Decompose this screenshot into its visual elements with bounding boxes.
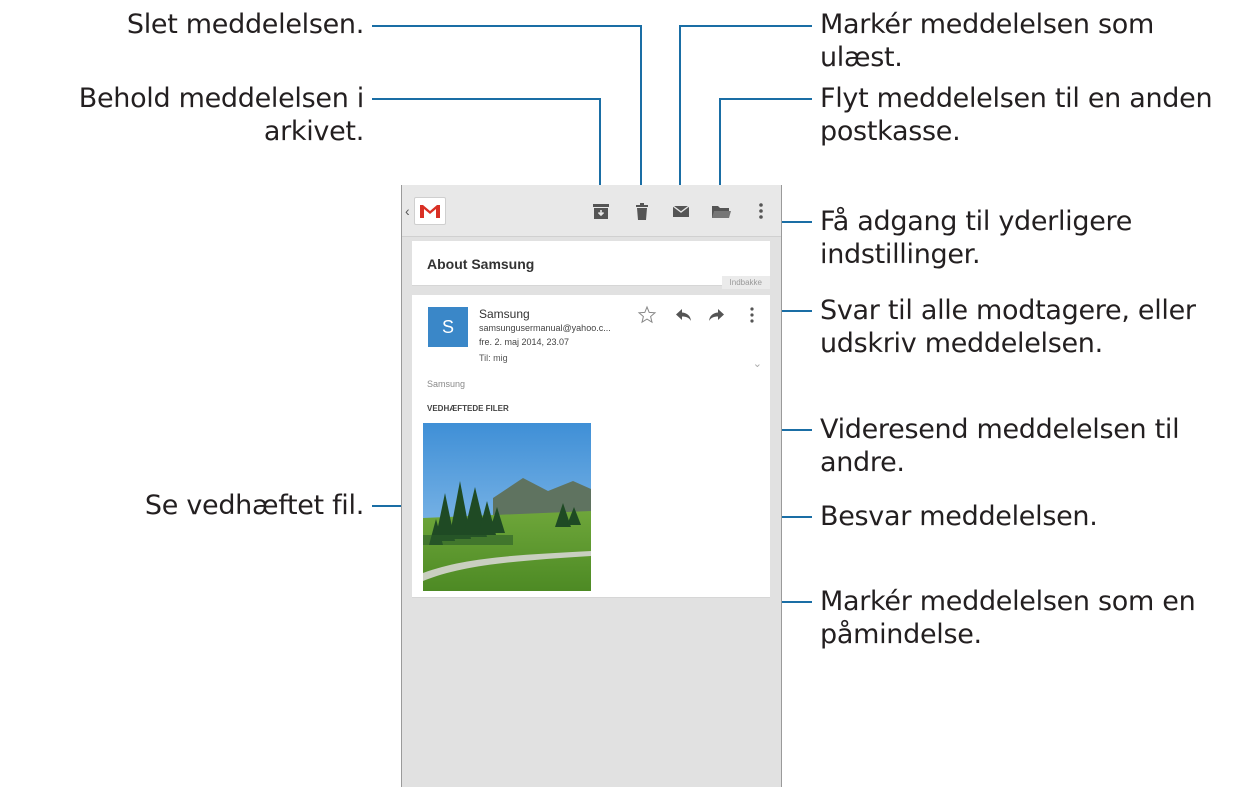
callout-delete-text: Slet meddelelsen.	[126, 9, 364, 40]
back-chevron-icon[interactable]: ‹	[405, 203, 410, 219]
reply-icon[interactable]	[674, 305, 694, 325]
attachment-thumbnail[interactable]	[423, 423, 591, 591]
leader-delete	[372, 25, 642, 204]
inbox-label-badge[interactable]: Indbakke	[721, 276, 770, 289]
attachments-heading: VEDHÆFTEDE FILER	[427, 404, 509, 413]
star-icon[interactable]	[637, 305, 657, 325]
callout-view-attachment-text: Se vedhæftet fil.	[144, 490, 364, 521]
callout-archive-text: Behold meddelelsen i arkivet.	[78, 83, 365, 147]
callout-reply-all: Svar til alle modtagere, eller udskriv m…	[820, 294, 1196, 360]
callout-reply: Besvar meddelelsen.	[820, 500, 1098, 533]
callout-star-line1: Markér meddelelsen som en	[820, 586, 1196, 617]
message-body: Samsung	[427, 379, 466, 389]
callout-delete: Slet meddelelsen.	[127, 8, 364, 41]
message-date: fre. 2. maj 2014, 23.07	[479, 337, 570, 347]
folder-icon[interactable]	[709, 199, 733, 223]
leader-mark-unread	[679, 25, 812, 204]
gmail-logo[interactable]	[414, 197, 446, 225]
callout-star: Markér meddelelsen som en påmindelse.	[820, 585, 1196, 651]
callout-view-attachment: Se vedhæftet fil.	[145, 489, 364, 522]
callout-move-line1: Flyt meddelelsen til en anden	[820, 83, 1213, 114]
callout-forward-text: Videresend meddelelsen til andre.	[820, 414, 1180, 478]
recipient-line[interactable]: Til: mig	[479, 353, 508, 363]
sender-avatar[interactable]: S	[428, 307, 468, 347]
action-bar: ‹	[402, 185, 781, 237]
callout-move: Flyt meddelelsen til en anden postkasse.	[820, 82, 1213, 148]
callout-more-line1: Få adgang til yderligere	[820, 206, 1133, 237]
callout-more-settings: Få adgang til yderligere indstillinger.	[820, 205, 1132, 271]
message-overflow-icon[interactable]	[742, 305, 762, 325]
callout-move-line2: postkasse.	[820, 116, 961, 147]
message-card: S Samsung samsungusermanual@yahoo.c... f…	[412, 295, 770, 598]
sender-address: samsungusermanual@yahoo.c...	[479, 323, 611, 333]
callout-more-line2: indstillinger.	[820, 239, 981, 270]
callout-reply-all-line1: Svar til alle modtagere, eller	[820, 295, 1196, 326]
callout-mark-unread: Markér meddelelsen som ulæst.	[820, 8, 1235, 74]
callout-reply-all-line2: udskriv meddelelsen.	[820, 328, 1103, 359]
callout-forward: Videresend meddelelsen til andre.	[820, 413, 1235, 479]
sender-name: Samsung	[479, 307, 530, 321]
expand-chevron-icon[interactable]: ⌄	[753, 357, 762, 370]
archive-icon[interactable]	[589, 199, 613, 223]
callout-reply-text: Besvar meddelelsen.	[820, 501, 1098, 532]
email-subject: About Samsung	[427, 256, 535, 272]
forward-icon[interactable]	[706, 305, 726, 325]
overflow-menu-icon[interactable]	[749, 199, 773, 223]
trash-icon[interactable]	[630, 199, 654, 223]
subject-card: About Samsung Indbakke	[412, 241, 770, 289]
phone-screen: ‹ About Samsung Indbakke S Samsung samsu…	[401, 185, 782, 787]
mail-icon[interactable]	[669, 199, 693, 223]
callout-archive: Behold meddelelsen i arkivet.	[0, 82, 365, 148]
callout-mark-unread-text: Markér meddelelsen som ulæst.	[820, 9, 1154, 73]
callout-star-line2: påmindelse.	[820, 619, 982, 650]
